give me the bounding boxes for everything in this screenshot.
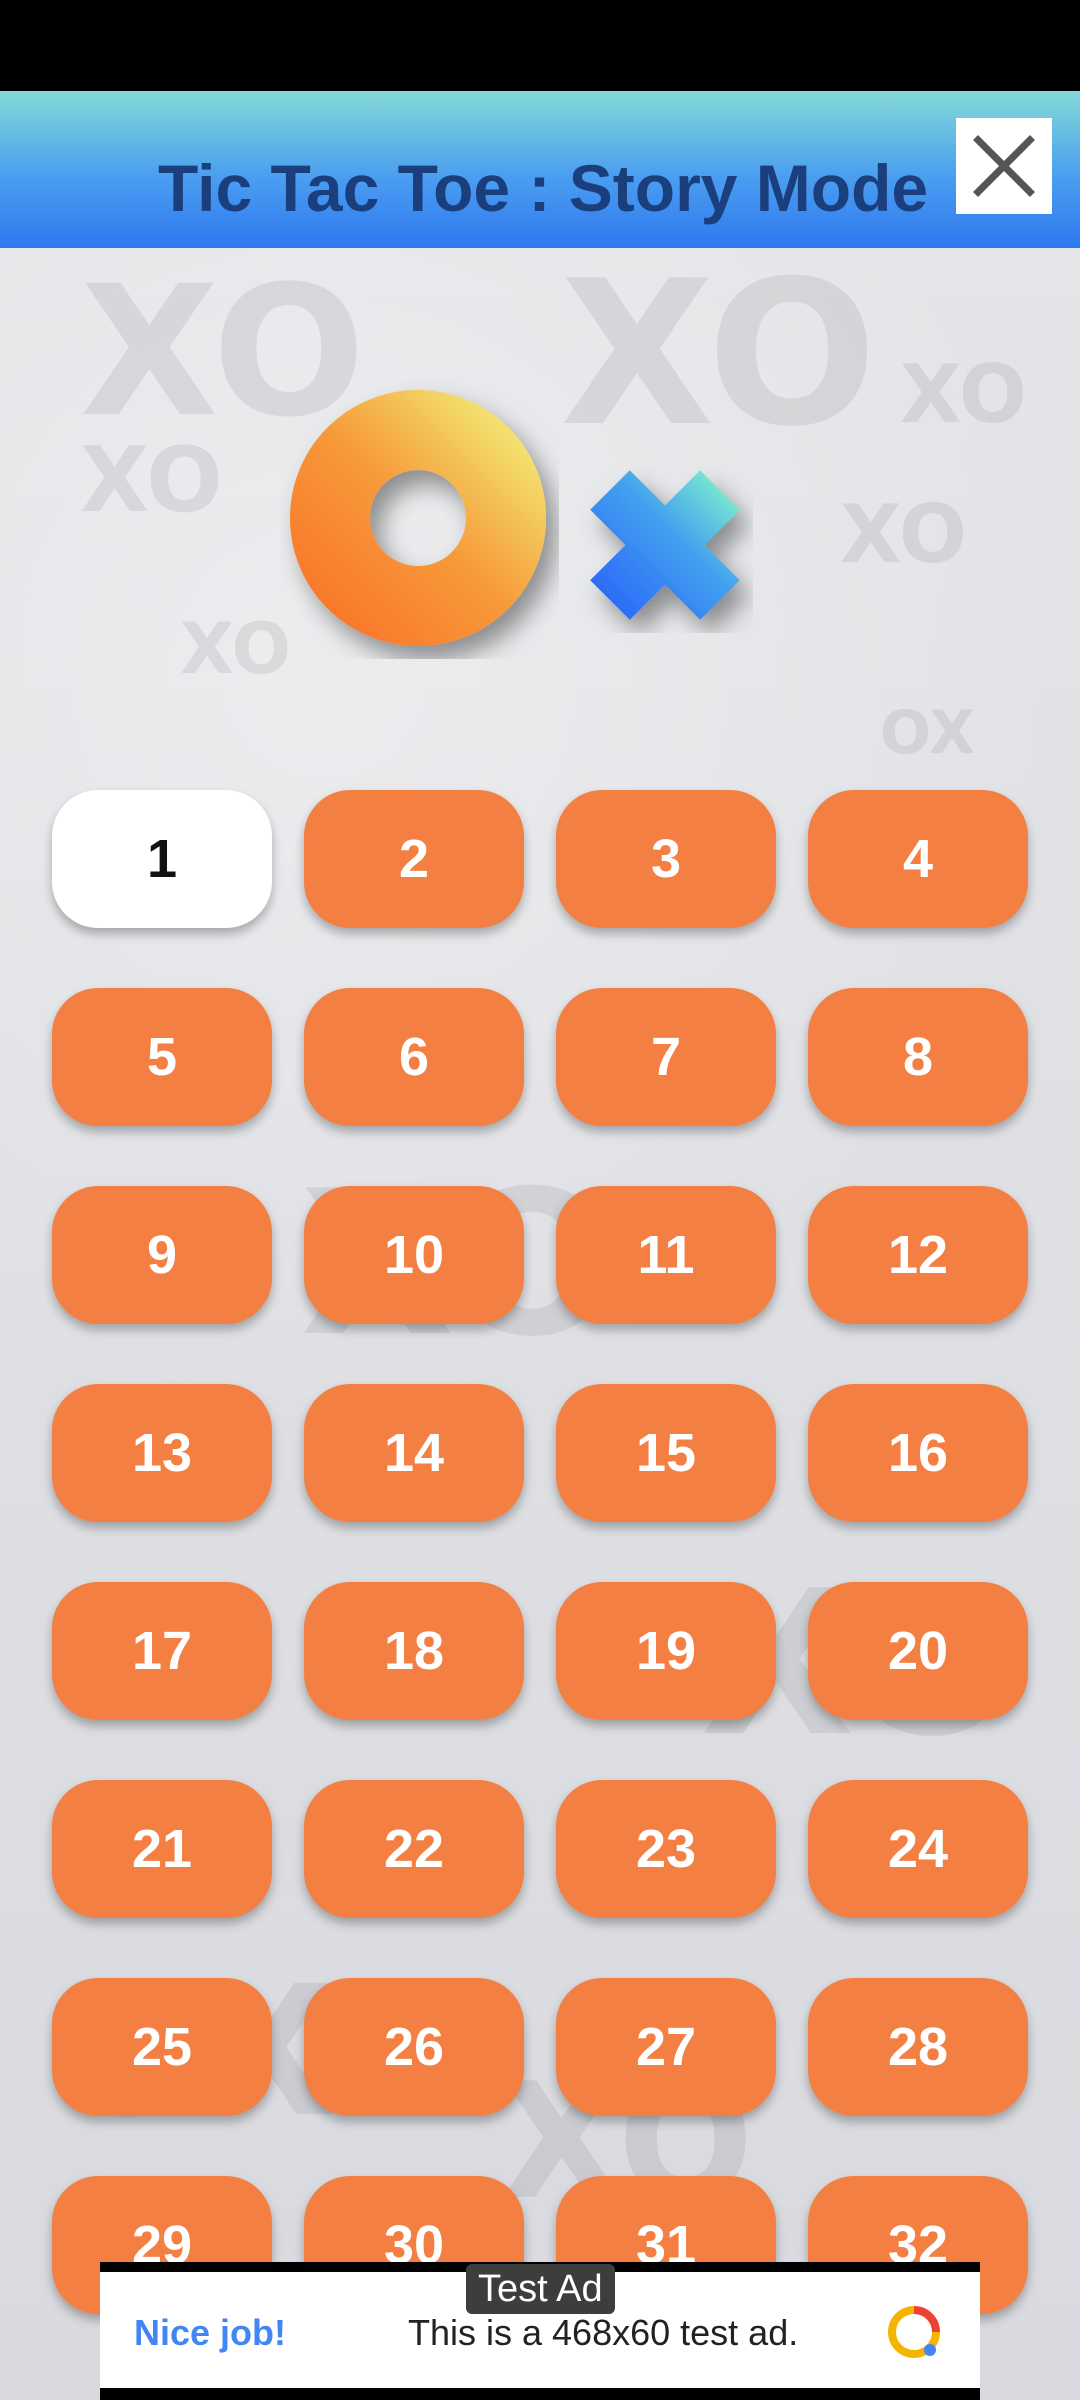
level-button[interactable]: 15 <box>556 1384 776 1522</box>
close-icon <box>973 135 1035 197</box>
level-button[interactable]: 6 <box>304 988 524 1126</box>
level-button[interactable]: 14 <box>304 1384 524 1522</box>
level-button[interactable]: 16 <box>808 1384 1028 1522</box>
level-button[interactable]: 4 <box>808 790 1028 928</box>
level-button[interactable]: 5 <box>52 988 272 1126</box>
level-button[interactable]: 17 <box>52 1582 272 1720</box>
page-title: Tic Tac Toe : Story Mode <box>158 151 929 225</box>
level-button[interactable]: 13 <box>52 1384 272 1522</box>
ad-headline[interactable]: Nice job! <box>134 2308 286 2358</box>
level-button[interactable]: 8 <box>808 988 1028 1126</box>
ad-bottom-edge <box>100 2388 980 2400</box>
level-button[interactable]: 24 <box>808 1780 1028 1918</box>
o-x-logo-icon <box>290 390 740 646</box>
level-button[interactable]: 22 <box>304 1780 524 1918</box>
level-button[interactable]: 3 <box>556 790 776 928</box>
level-button[interactable]: 19 <box>556 1582 776 1720</box>
level-button[interactable]: 10 <box>304 1186 524 1324</box>
level-button[interactable]: 20 <box>808 1582 1028 1720</box>
level-grid: 1 2 3 4 5 6 7 8 9 10 11 12 13 14 15 16 1… <box>52 790 1028 2314</box>
level-button[interactable]: 9 <box>52 1186 272 1324</box>
level-button[interactable]: 1 <box>52 790 272 928</box>
level-button[interactable]: 18 <box>304 1582 524 1720</box>
ad-label: Test Ad <box>466 2264 615 2314</box>
level-button[interactable]: 23 <box>556 1780 776 1918</box>
level-button[interactable]: 12 <box>808 1186 1028 1324</box>
level-button[interactable]: 2 <box>304 790 524 928</box>
level-button[interactable]: 7 <box>556 988 776 1126</box>
level-button[interactable]: 28 <box>808 1978 1028 2116</box>
adchoices-icon[interactable] <box>884 2302 944 2362</box>
ad-text[interactable]: This is a 468x60 test ad. <box>408 2308 798 2358</box>
level-button[interactable]: 21 <box>52 1780 272 1918</box>
close-button[interactable] <box>956 118 1052 214</box>
level-button[interactable]: 11 <box>556 1186 776 1324</box>
level-button[interactable]: 26 <box>304 1978 524 2116</box>
level-button[interactable]: 25 <box>52 1978 272 2116</box>
level-button[interactable]: 27 <box>556 1978 776 2116</box>
status-bar <box>0 0 1080 91</box>
